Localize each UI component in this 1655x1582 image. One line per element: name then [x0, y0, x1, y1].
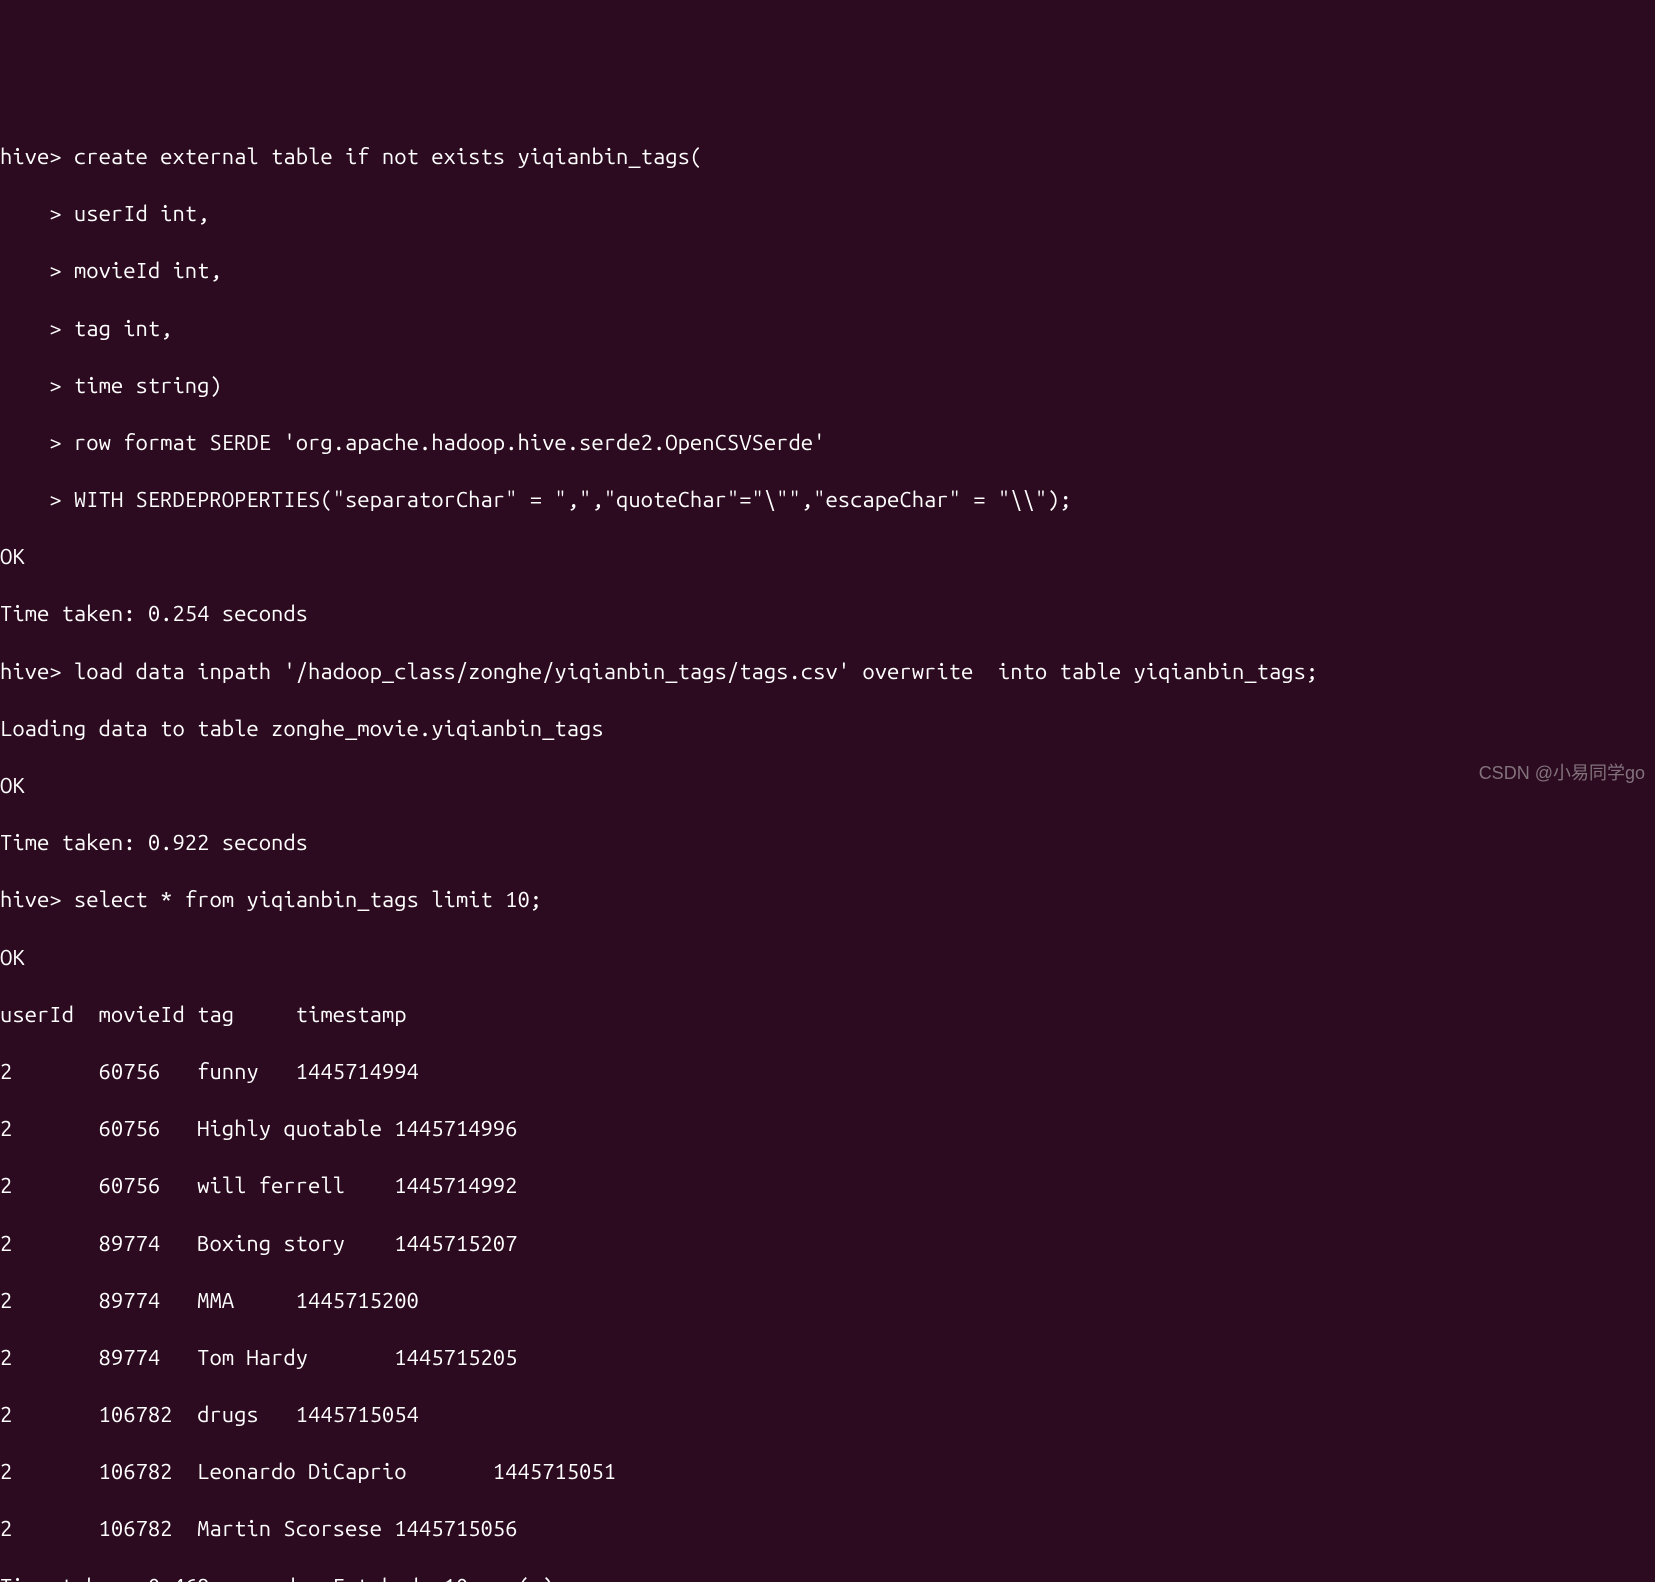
terminal-output[interactable]: hive> create external table if not exist… [0, 114, 1655, 1582]
cont-prompt: > [0, 316, 62, 341]
prompt-line: > time string) [0, 372, 1655, 401]
watermark: CSDN @小易同学go [1479, 762, 1645, 785]
prompt-line: hive> load data inpath '/hadoop_class/zo… [0, 658, 1655, 687]
output-line: OK [0, 944, 1655, 973]
table-row: 2 89774 Boxing story 1445715207 [0, 1230, 1655, 1259]
command-text: select * from yiqianbin_tags limit 10; [62, 887, 542, 912]
command-text: row format SERDE 'org.apache.hadoop.hive… [62, 430, 826, 455]
cont-prompt: > [0, 430, 62, 455]
prompt-line: > tag int, [0, 315, 1655, 344]
command-text: movieId int, [62, 258, 222, 283]
cont-prompt: > [0, 373, 62, 398]
table-header: userId movieId tag timestamp [0, 1001, 1655, 1030]
fetch-summary: Time taken: 0.469 seconds, Fetched: 10 r… [0, 1574, 554, 1582]
command-text: load data inpath '/hadoop_class/zonghe/y… [62, 659, 1319, 684]
prompt-line: > WITH SERDEPROPERTIES("separatorChar" =… [0, 486, 1655, 515]
table-row: 2 89774 Tom Hardy 1445715205 [0, 1344, 1655, 1373]
table-row: 2 89774 MMA 1445715200 [0, 1287, 1655, 1316]
table-row: 2 60756 Highly quotable 1445714996 [0, 1115, 1655, 1144]
table-row: 2 60756 funny 1445714994 [0, 1058, 1655, 1087]
command-text: create external table if not exists yiqi… [62, 144, 703, 169]
hive-prompt: hive> [0, 887, 62, 912]
hive-prompt: hive> [0, 659, 62, 684]
cont-prompt: > [0, 258, 62, 283]
cont-prompt: > [0, 487, 62, 512]
table-row: 2 106782 Martin Scorsese 1445715056 [0, 1515, 1655, 1544]
prompt-line: hive> create external table if not exist… [0, 143, 1655, 172]
output-line: OK [0, 543, 1655, 572]
command-text: WITH SERDEPROPERTIES("separatorChar" = "… [62, 487, 1072, 512]
table-row: 2 106782 drugs 1445715054 [0, 1401, 1655, 1430]
command-text: tag int, [62, 316, 173, 341]
prompt-line: > movieId int, [0, 257, 1655, 286]
cont-prompt: > [0, 201, 62, 226]
output-line: Loading data to table zonghe_movie.yiqia… [0, 715, 1655, 744]
hive-prompt: hive> [0, 144, 62, 169]
output-line: Time taken: 0.469 seconds, Fetched: 10 r… [0, 1573, 1655, 1582]
prompt-line: > row format SERDE 'org.apache.hadoop.hi… [0, 429, 1655, 458]
output-line: Time taken: 0.254 seconds [0, 600, 1655, 629]
output-line: Time taken: 0.922 seconds [0, 829, 1655, 858]
command-text: userId int, [62, 201, 210, 226]
table-row: 2 60756 will ferrell 1445714992 [0, 1172, 1655, 1201]
command-text: time string) [62, 373, 222, 398]
table-row: 2 106782 Leonardo DiCaprio 1445715051 [0, 1458, 1655, 1487]
output-line: OK [0, 772, 1655, 801]
prompt-line: > userId int, [0, 200, 1655, 229]
prompt-line: hive> select * from yiqianbin_tags limit… [0, 886, 1655, 915]
